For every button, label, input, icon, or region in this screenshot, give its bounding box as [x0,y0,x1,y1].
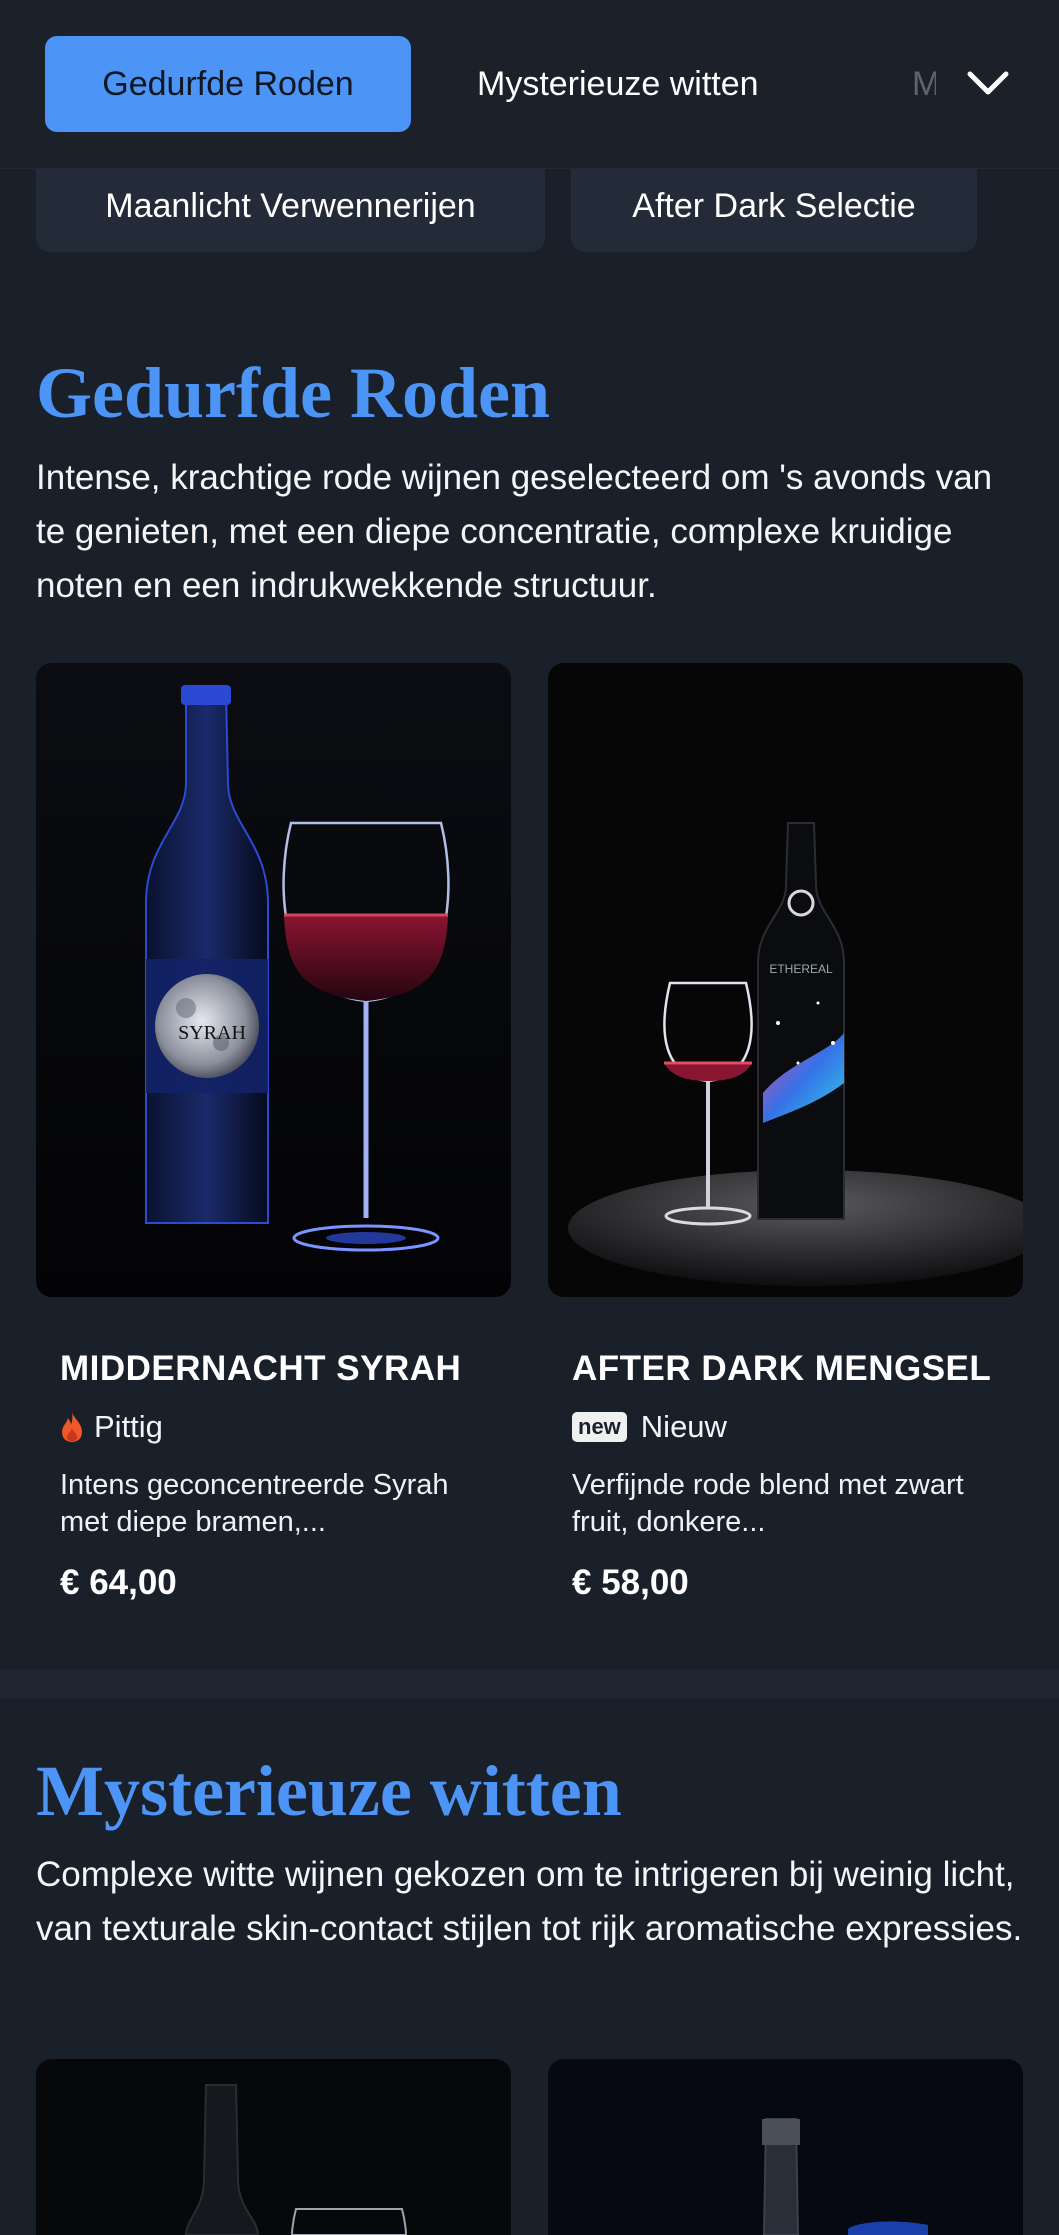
badge-label: Pittig [94,1409,163,1444]
expand-categories-button[interactable] [958,54,1018,114]
flame-icon [60,1411,84,1443]
product-name: MIDDERNACHT SYRAH [60,1349,462,1388]
section-title: Mysterieuze witten [36,1751,622,1831]
product-card-syrah[interactable]: MIDDERNACHT SYRAH Pittig Intens geconcen… [60,1347,500,1603]
product-description: Intens geconcentreerde Syrah met diepe b… [60,1469,449,1538]
product-image-after-dark[interactable]: ETHEREAL [548,663,1023,1297]
section-description: Complexe witte wijnen gekozen om te intr… [36,1855,1023,1948]
section-description: Intense, krachtige rode wijnen geselecte… [36,458,993,605]
product-price: € 64,00 [60,1563,177,1602]
section-divider [0,1670,1059,1698]
new-badge-pill: new [572,1412,627,1442]
category-nav: Gedurfde Roden Mysterieuze witten M [0,0,1059,169]
product-card-after-dark[interactable]: AFTER DARK MENGSEL new Nieuw Verfijnde r… [572,1347,1012,1603]
tab-mysterieuze-witten[interactable]: Mysterieuze witten [477,36,759,132]
product-image-syrah[interactable]: SYRAH [36,663,511,1297]
tab-gedurfde-roden[interactable]: Gedurfde Roden [45,36,411,132]
tab-next-partial[interactable]: M [912,36,936,132]
product-image-white-2[interactable] [548,2059,1023,2235]
product-name: AFTER DARK MENGSEL [572,1349,992,1388]
chevron-down-icon [967,71,1009,95]
product-price: € 58,00 [572,1563,689,1602]
category-pill-maanlicht[interactable]: Maanlicht Verwennerijen [36,160,545,252]
section-title: Gedurfde Roden [36,353,551,433]
product-badge: new Nieuw [572,1407,1012,1447]
category-pill-after-dark[interactable]: After Dark Selectie [571,160,977,252]
svg-text:SYRAH: SYRAH [178,1022,246,1044]
product-description: Verfijnde rode blend met zwart fruit, do… [572,1469,964,1538]
badge-label: Nieuw [640,1409,727,1444]
svg-text:ETHEREAL: ETHEREAL [769,962,833,976]
product-badge: Pittig [60,1407,500,1447]
product-image-white-1[interactable] [36,2059,511,2235]
